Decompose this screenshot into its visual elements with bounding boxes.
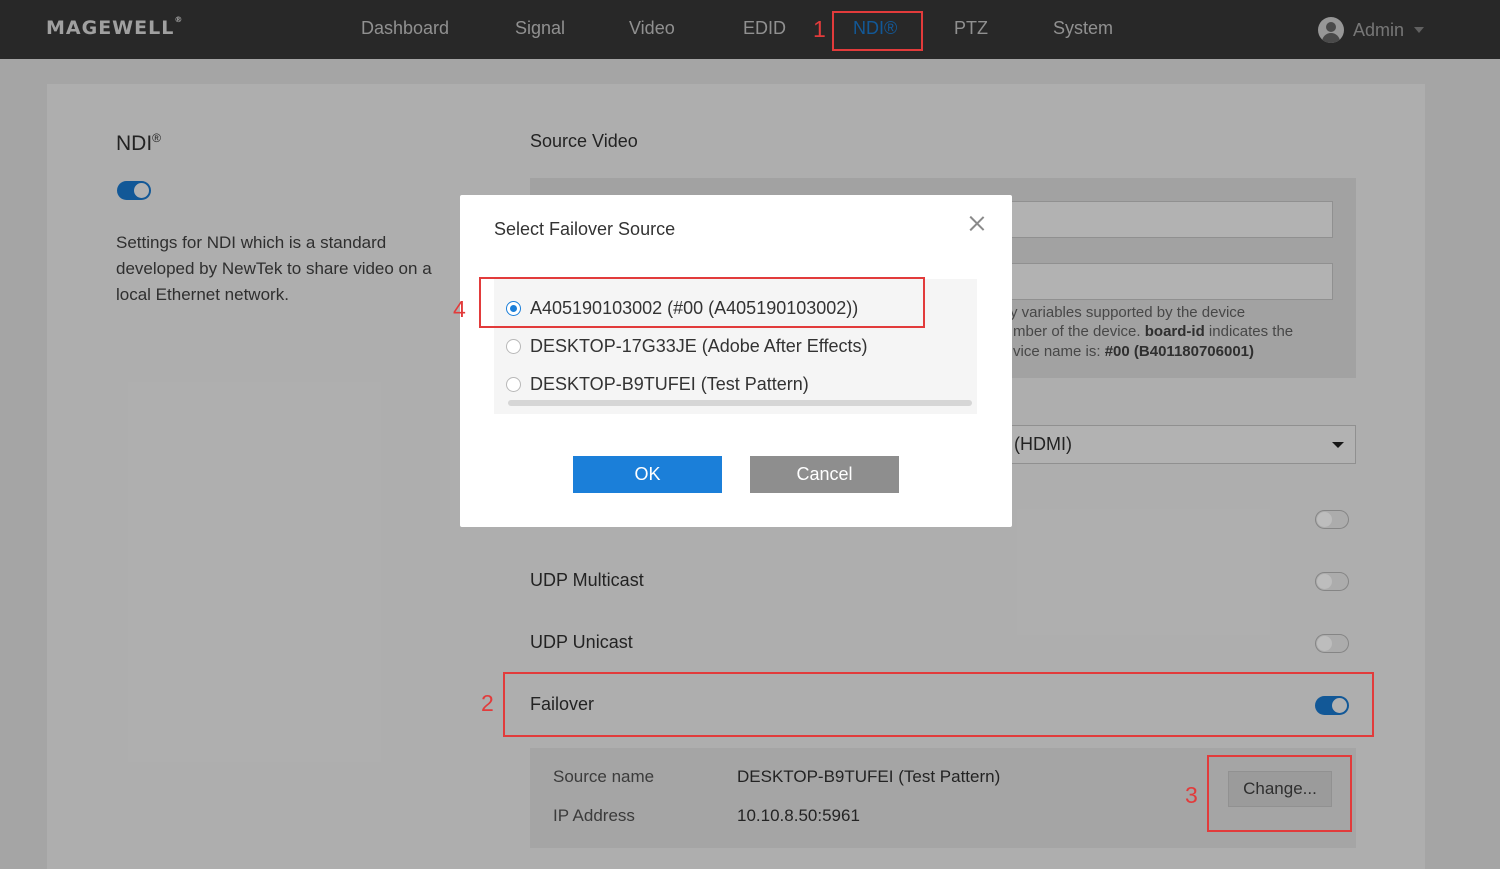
source-option-label: DESKTOP-17G33JE (Adobe After Effects) [530, 335, 868, 356]
annotation-box-2 [503, 672, 1374, 737]
annotation-box-4 [479, 277, 925, 328]
list-horizontal-scrollbar[interactable] [508, 400, 972, 406]
ok-button[interactable]: OK [573, 456, 722, 493]
annotation-number-1: 1 [813, 16, 826, 42]
radio-icon[interactable] [506, 376, 521, 392]
annotation-number-2: 2 [481, 690, 494, 716]
source-option-label: DESKTOP-B9TUFEI (Test Pattern) [530, 373, 809, 394]
annotation-box-1 [832, 11, 923, 51]
annotation-number-3: 3 [1185, 782, 1198, 808]
toggle-knob [1317, 636, 1332, 651]
annotation-number-4: 4 [453, 296, 466, 322]
close-icon[interactable] [968, 214, 986, 232]
source-option-3[interactable]: DESKTOP-B9TUFEI (Test Pattern) [506, 372, 809, 396]
radio-icon[interactable] [506, 338, 521, 354]
cancel-button[interactable]: Cancel [750, 456, 899, 493]
source-option-2[interactable]: DESKTOP-17G33JE (Adobe After Effects) [506, 334, 868, 358]
annotation-box-3 [1207, 755, 1352, 832]
toggle-knob [1317, 574, 1332, 589]
toggle-knob [1317, 512, 1332, 527]
dialog-title: Select Failover Source [494, 219, 676, 239]
